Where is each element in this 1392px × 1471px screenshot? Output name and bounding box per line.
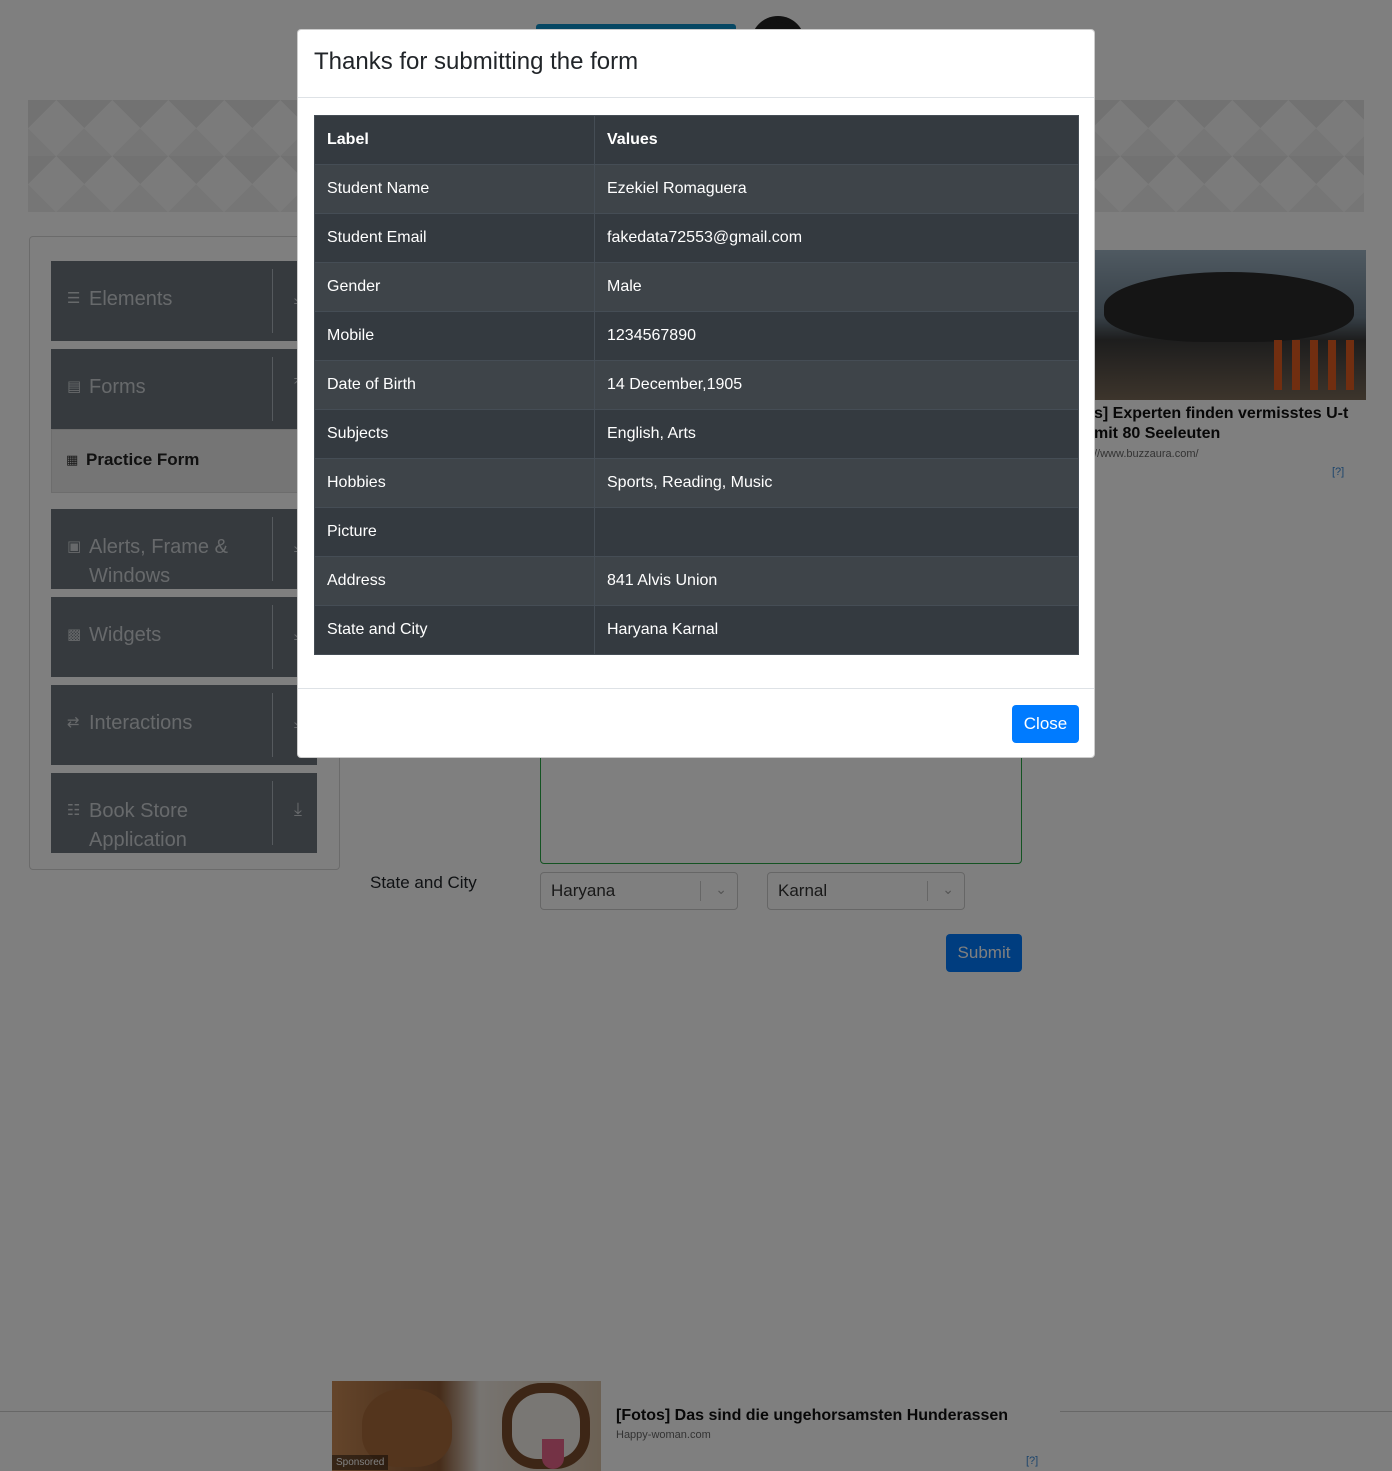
row-label: Address <box>314 556 595 606</box>
column-header-label: Label <box>314 115 595 165</box>
table-row: Date of Birth 14 December,1905 <box>314 360 1079 410</box>
row-label: Subjects <box>314 409 595 459</box>
table-row: Subjects English, Arts <box>314 409 1079 459</box>
row-value: 841 Alvis Union <box>594 556 1079 606</box>
row-label: Picture <box>314 507 595 557</box>
submission-modal: Thanks for submitting the form Label Val… <box>297 29 1095 758</box>
row-label: Student Name <box>314 164 595 214</box>
row-value: Ezekiel Romaguera <box>594 164 1079 214</box>
row-label: Date of Birth <box>314 360 595 410</box>
result-table: Label Values Student Name Ezekiel Romagu… <box>314 115 1079 655</box>
modal-header: Thanks for submitting the form <box>298 30 1094 98</box>
column-header-values: Values <box>594 115 1079 165</box>
row-value: Sports, Reading, Music <box>594 458 1079 508</box>
row-label: Mobile <box>314 311 595 361</box>
table-row: Mobile 1234567890 <box>314 311 1079 361</box>
row-label: Student Email <box>314 213 595 263</box>
close-button[interactable]: Close <box>1012 705 1079 743</box>
table-row: Address 841 Alvis Union <box>314 556 1079 606</box>
row-value <box>594 507 1079 557</box>
row-value: fakedata72553@gmail.com <box>594 213 1079 263</box>
result-table-wrapper: Label Values Student Name Ezekiel Romagu… <box>314 115 1079 655</box>
row-value: 1234567890 <box>594 311 1079 361</box>
table-row: Student Email fakedata72553@gmail.com <box>314 213 1079 263</box>
row-value: Male <box>594 262 1079 312</box>
row-label: State and City <box>314 605 595 655</box>
modal-footer: Close <box>298 688 1094 758</box>
table-row: Gender Male <box>314 262 1079 312</box>
modal-title: Thanks for submitting the form <box>314 48 639 75</box>
row-value: 14 December,1905 <box>594 360 1079 410</box>
table-row: Picture <box>314 507 1079 557</box>
row-value: English, Arts <box>594 409 1079 459</box>
table-row: State and City Haryana Karnal <box>314 605 1079 655</box>
table-row: Hobbies Sports, Reading, Music <box>314 458 1079 508</box>
row-value: Haryana Karnal <box>594 605 1079 655</box>
table-header-row: Label Values <box>314 115 1079 165</box>
row-label: Gender <box>314 262 595 312</box>
table-row: Student Name Ezekiel Romaguera <box>314 164 1079 214</box>
row-label: Hobbies <box>314 458 595 508</box>
